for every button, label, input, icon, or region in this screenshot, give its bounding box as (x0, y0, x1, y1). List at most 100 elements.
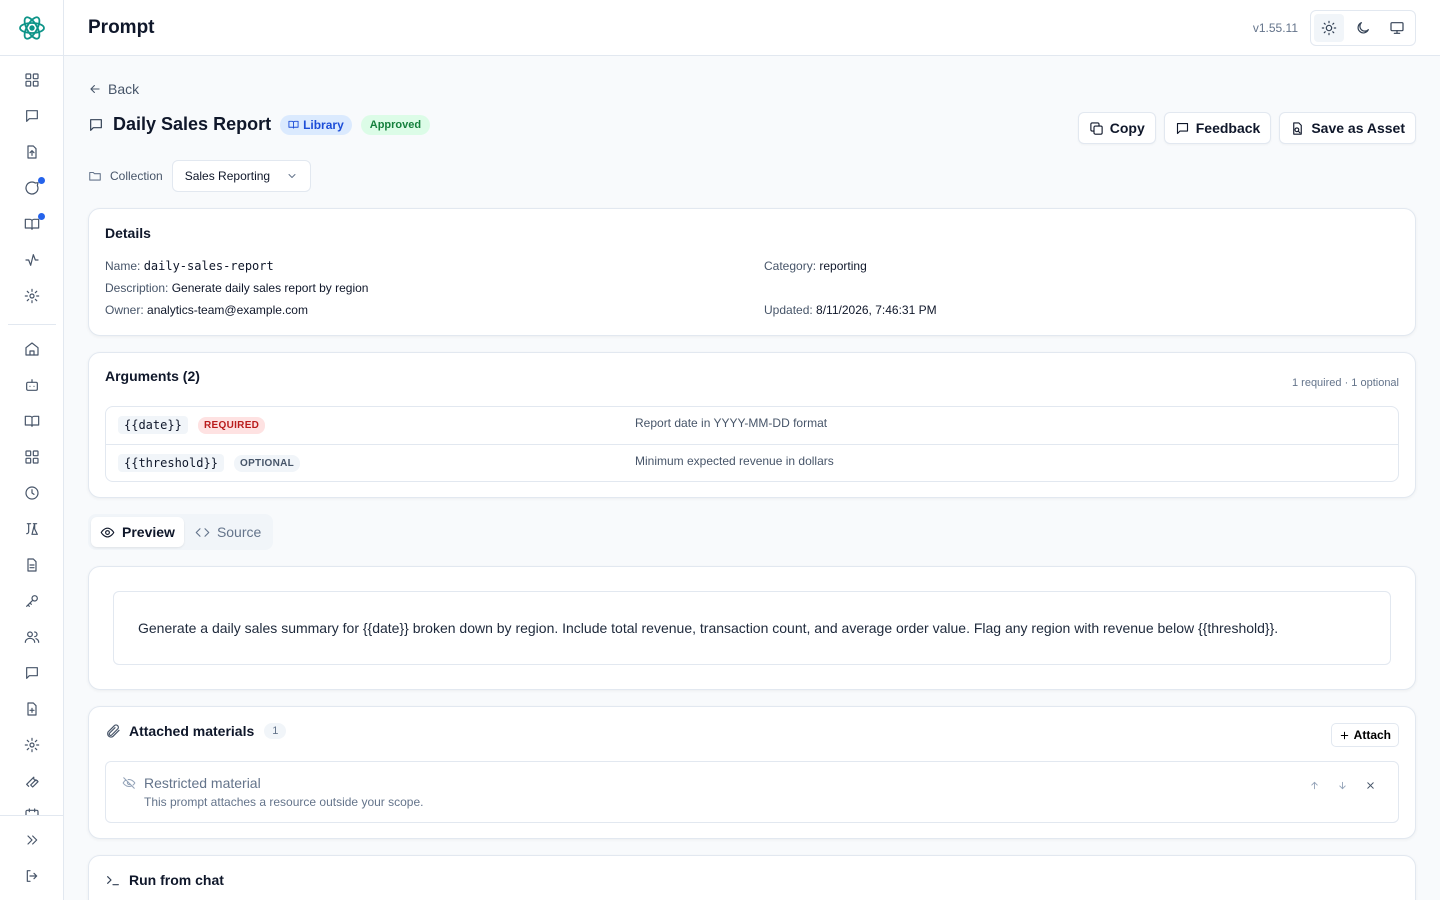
feedback-label: Feedback (1195, 120, 1261, 136)
dark-theme-button[interactable] (1348, 14, 1378, 42)
arguments-table: {{date}} REQUIRED Report date in YYYY-MM… (105, 406, 1399, 482)
calendar-icon[interactable] (20, 805, 44, 815)
users-icon[interactable] (20, 625, 44, 649)
sidebar-header-divider (0, 55, 63, 56)
detail-owner-value: analytics-team@example.com (147, 303, 308, 317)
home-icon[interactable] (20, 337, 44, 361)
file-plus-icon[interactable] (20, 697, 44, 721)
message-square-icon[interactable] (20, 661, 44, 685)
chat-bubble-icon[interactable] (20, 176, 45, 200)
top-header: Prompt v1.55.11 (64, 0, 1440, 56)
key-icon[interactable] (20, 589, 44, 613)
message-icon[interactable] (20, 104, 44, 128)
remove-material-button[interactable] (1362, 777, 1378, 793)
sidebar-divider (8, 324, 56, 325)
code-icon (195, 527, 210, 537)
library-badge: Library (280, 114, 352, 135)
detail-category-value: reporting (819, 259, 867, 273)
prompt-preview-text: Generate a daily sales summary for {{dat… (113, 591, 1391, 665)
plus-icon (1340, 731, 1348, 739)
material-title: Restricted material (144, 775, 261, 791)
table-row: {{threshold}} OPTIONAL Minimum expected … (106, 444, 1398, 481)
arrow-down-icon (1338, 781, 1346, 789)
feedback-button[interactable]: Feedback (1163, 112, 1272, 144)
arguments-title: Arguments (2) (105, 368, 200, 384)
detail-category: Category: reporting (764, 259, 867, 273)
file-upload-icon[interactable] (20, 140, 44, 164)
main-content: Back Daily Sales Report Library Approved… (64, 56, 1440, 900)
book-icon[interactable] (20, 212, 45, 236)
document-icon[interactable] (20, 553, 44, 577)
collection-value: Sales Reporting (184, 169, 271, 183)
grid-icon[interactable] (20, 68, 44, 92)
book-open-icon[interactable] (20, 409, 44, 433)
prompt-title: Daily Sales Report (113, 114, 272, 134)
page-title: Prompt (88, 17, 155, 38)
message-square-icon (88, 117, 104, 133)
detail-updated-value: 8/11/2026, 7:46:31 PM (816, 303, 937, 317)
required-badge: REQUIRED (198, 417, 266, 434)
detail-description-label: Description: (105, 281, 169, 295)
arguments-summary: 1 required · 1 optional (1291, 377, 1399, 389)
detail-name-label: Name: (105, 259, 141, 273)
arrow-left-icon (90, 84, 100, 94)
apps-icon[interactable] (20, 445, 44, 469)
version-label: v1.55.11 (1252, 21, 1298, 35)
run-from-chat-card: Run from chat (88, 855, 1416, 900)
close-icon (1366, 781, 1374, 789)
system-theme-button[interactable] (1382, 14, 1412, 42)
run-header: Run from chat (105, 872, 224, 888)
tab-source[interactable]: Source (186, 517, 270, 547)
light-theme-button[interactable] (1314, 14, 1344, 42)
detail-name-value: daily-sales-report (143, 259, 274, 273)
move-down-button[interactable] (1334, 777, 1350, 793)
clock-icon[interactable] (20, 481, 44, 505)
move-up-button[interactable] (1306, 777, 1322, 793)
tab-preview-label: Preview (122, 524, 175, 540)
flask-icon[interactable] (20, 517, 44, 541)
detail-updated: Updated: 8/11/2026, 7:46:31 PM (764, 303, 937, 317)
paperclip-icon (107, 724, 120, 738)
app-logo-icon[interactable] (18, 15, 46, 41)
attached-title: Attached materials (129, 723, 255, 739)
eye-off-icon (122, 776, 136, 790)
prompt-actions: Copy Feedback Save as Asset (1077, 112, 1416, 144)
list-item: Restricted material This prompt attaches… (105, 761, 1399, 823)
attach-label: Attach (1353, 728, 1391, 742)
attach-button[interactable]: Attach (1330, 723, 1399, 747)
save-as-asset-button[interactable]: Save as Asset (1279, 112, 1416, 144)
tab-preview[interactable]: Preview (91, 517, 184, 547)
detail-name: Name: daily-sales-report (105, 259, 274, 273)
arrow-up-icon (1310, 781, 1318, 789)
tab-source-label: Source (216, 524, 262, 540)
chevron-down-icon (288, 174, 296, 178)
attached-header: Attached materials 1 (105, 723, 287, 739)
bot-icon[interactable] (20, 373, 44, 397)
back-label: Back (108, 81, 140, 97)
save-asset-icon (1293, 121, 1303, 135)
cog-icon[interactable] (20, 733, 44, 757)
back-link[interactable]: Back (88, 81, 139, 97)
sun-icon (1321, 20, 1337, 36)
theme-toggle (1310, 10, 1416, 46)
collection-select[interactable]: Sales Reporting (171, 160, 311, 192)
argument-description: Report date in YYYY-MM-DD format (635, 416, 828, 430)
activity-icon[interactable] (20, 248, 44, 272)
expand-sidebar-icon[interactable] (20, 828, 44, 852)
details-card: Details Name: daily-sales-report Descrip… (88, 208, 1416, 336)
copy-label: Copy (1109, 120, 1145, 136)
moon-icon (1357, 22, 1369, 34)
terminal-icon (107, 876, 119, 886)
wrench-icon[interactable] (20, 769, 44, 793)
attached-count-badge: 1 (264, 723, 287, 739)
preview-card: Generate a daily sales summary for {{dat… (88, 566, 1416, 690)
copy-button[interactable]: Copy (1077, 112, 1156, 144)
copy-icon (1090, 121, 1103, 135)
status-badge: Approved (360, 114, 431, 135)
collection-label: Collection (110, 169, 163, 183)
logout-icon[interactable] (20, 864, 44, 888)
arguments-card: Arguments (2) 1 required · 1 optional {{… (88, 352, 1416, 498)
gear-icon[interactable] (20, 284, 44, 308)
material-subtitle: This prompt attaches a resource outside … (144, 795, 424, 809)
view-tabs: Preview Source (88, 514, 274, 550)
